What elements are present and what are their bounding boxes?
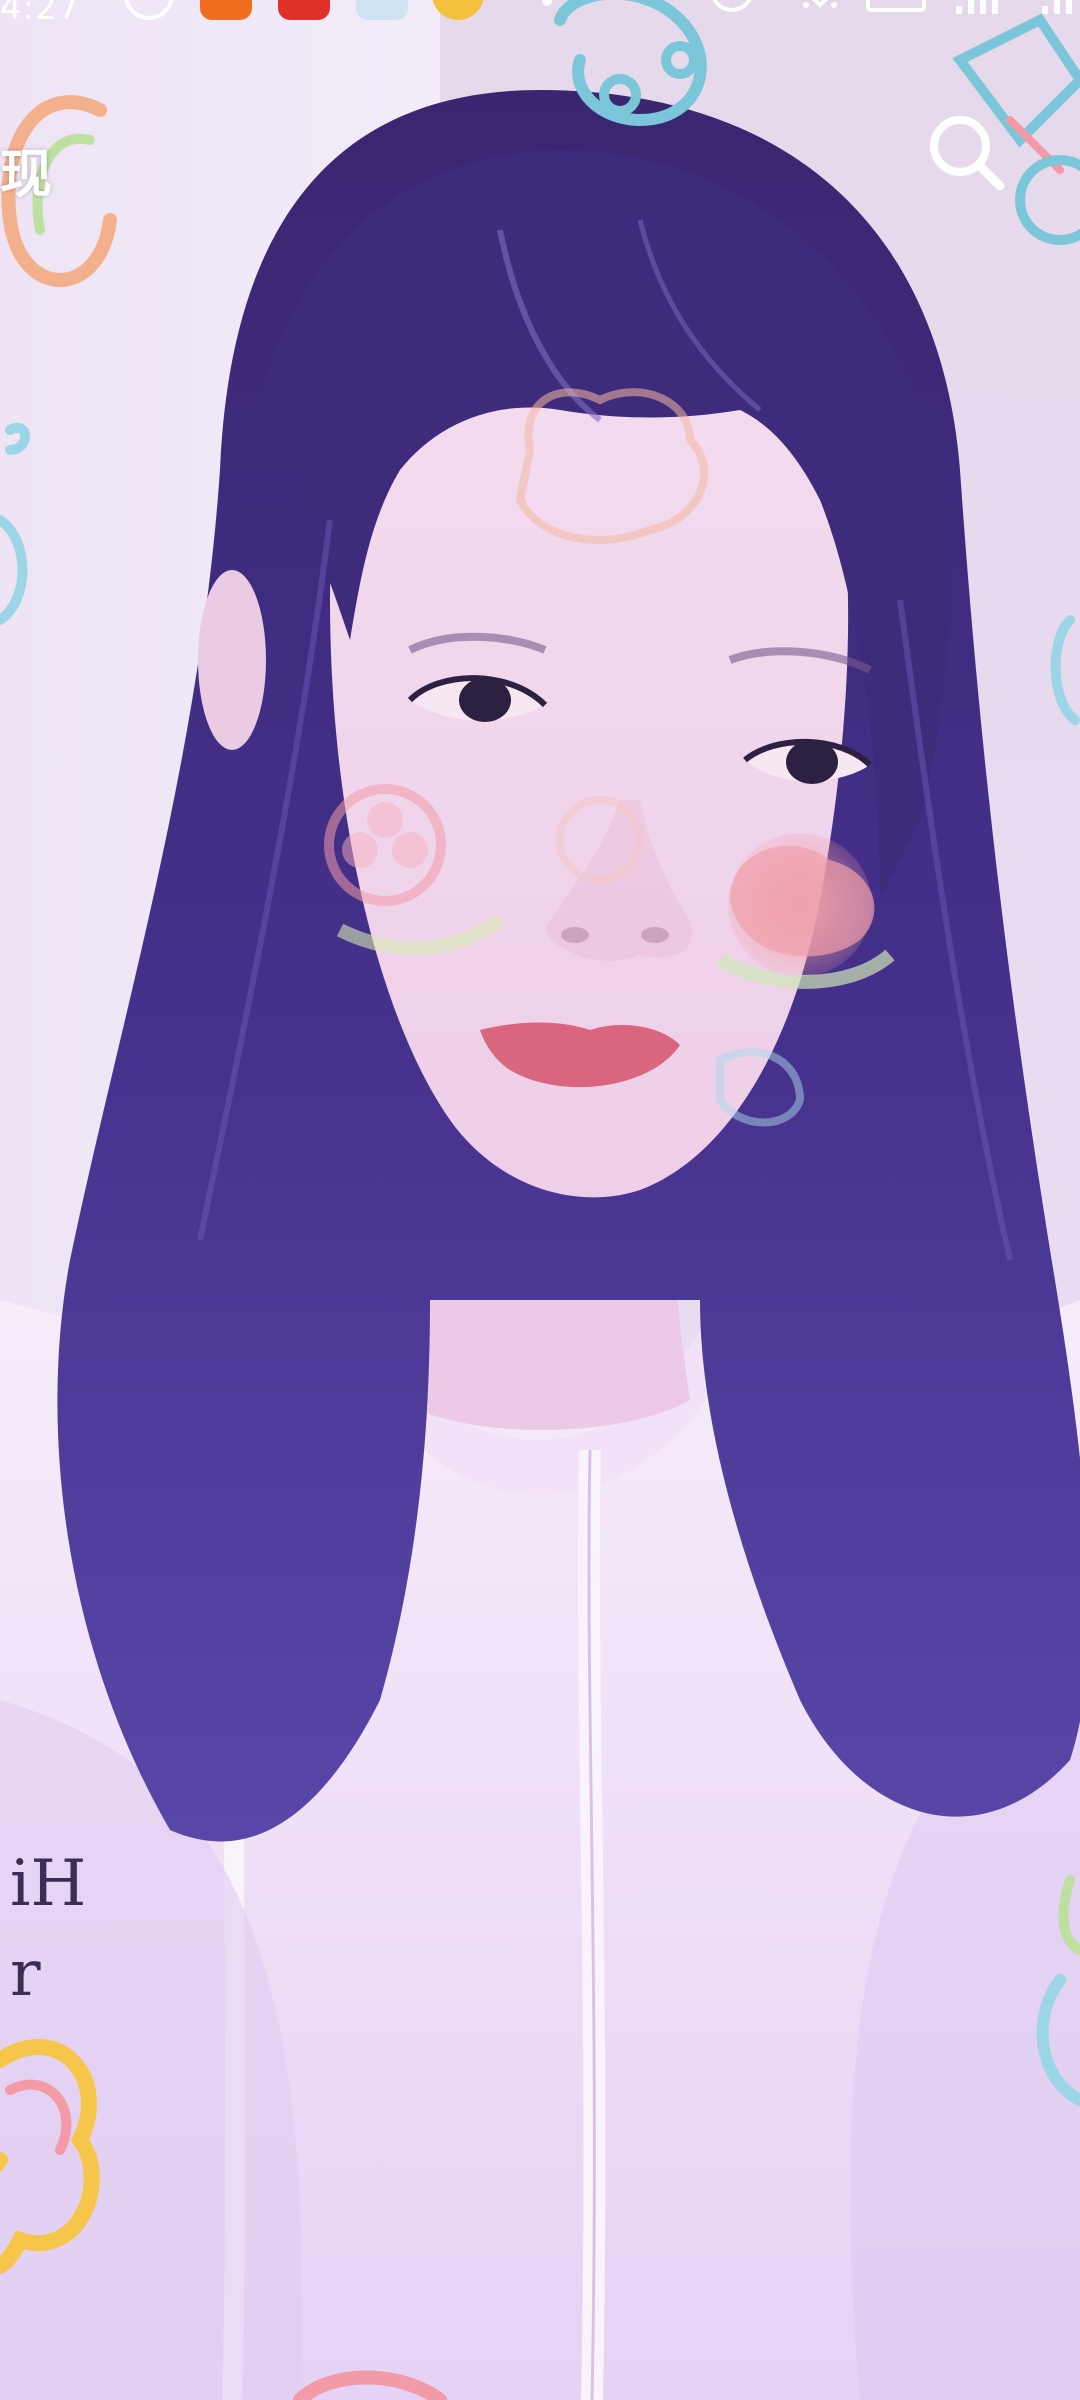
app-blue-icon [356,0,408,20]
app-yellow-icon [432,0,484,20]
svg-text:r: r [10,1937,41,2011]
video-feed-screen: iH r 4:27 现 [0,0,1080,2400]
video-scene: iH r [0,0,1080,2400]
status-time: 4:27 [0,0,81,28]
app-red-icon [278,0,330,20]
search-button[interactable] [918,104,1014,200]
notification-face-icon [124,0,174,20]
dot-icon [542,0,552,6]
tab-discover[interactable]: 现 [0,132,52,207]
battery-icon [866,0,926,12]
signal-icon [1042,0,1080,14]
app-orange-icon [200,0,252,20]
search-icon [930,116,1005,191]
signal-icon [956,0,1000,14]
ear [198,570,266,750]
video-frame[interactable]: iH r [0,0,1080,2400]
status-bar: 4:27 [0,0,1080,34]
bluetooth-icon [800,0,840,16]
alarm-icon [710,0,754,12]
svg-text:iH: iH [10,1847,86,1921]
